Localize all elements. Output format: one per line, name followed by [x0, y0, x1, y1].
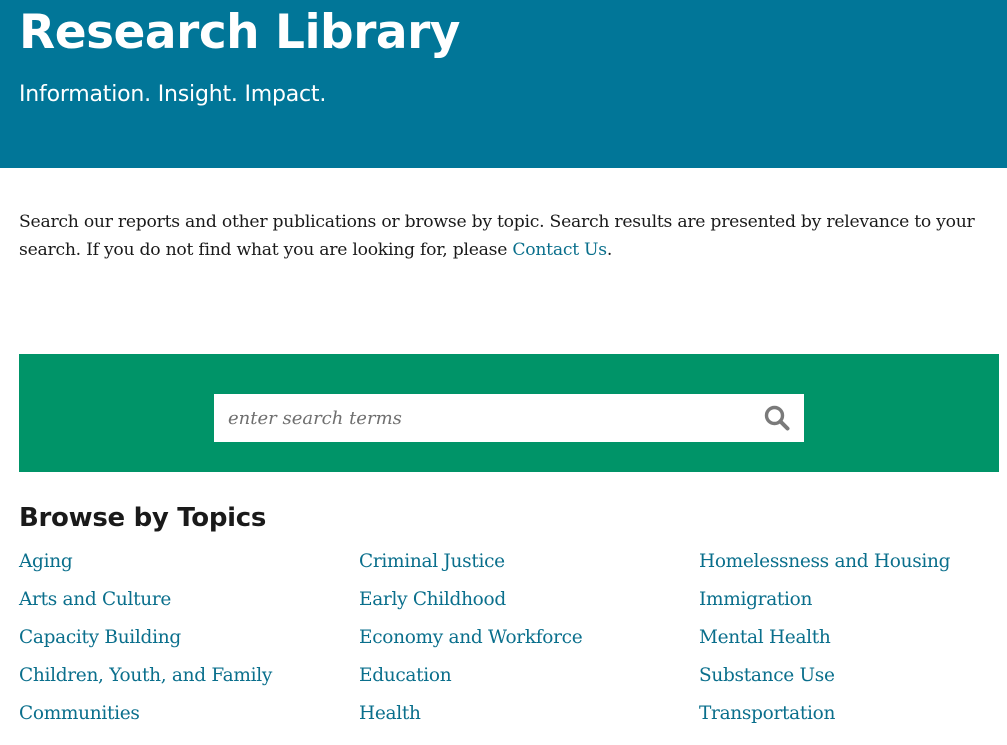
topic-link-economy-and-workforce[interactable]: Economy and Workforce	[359, 624, 689, 662]
search-band	[19, 354, 999, 472]
topic-link-communities[interactable]: Communities	[19, 700, 349, 738]
topic-column: Homelessness and Housing Immigration Men…	[699, 548, 1007, 738]
page-header: Research Library Information. Insight. I…	[0, 0, 1007, 168]
intro-paragraph: Search our reports and other publication…	[19, 208, 1004, 264]
topic-link-substance-use[interactable]: Substance Use	[699, 662, 1007, 700]
topic-link-children-youth-family[interactable]: Children, Youth, and Family	[19, 662, 349, 700]
page-tagline: Information. Insight. Impact.	[19, 82, 327, 107]
intro-trailing: .	[606, 240, 613, 260]
topic-link-immigration[interactable]: Immigration	[699, 586, 1007, 624]
topic-link-education[interactable]: Education	[359, 662, 689, 700]
topic-link-homelessness-and-housing[interactable]: Homelessness and Housing	[699, 548, 1007, 586]
search-box	[214, 394, 804, 442]
intro-text: Search our reports and other publication…	[19, 212, 975, 260]
topic-link-early-childhood[interactable]: Early Childhood	[359, 586, 689, 624]
topic-link-mental-health[interactable]: Mental Health	[699, 624, 1007, 662]
browse-title: Browse by Topics	[19, 503, 267, 533]
search-input[interactable]	[214, 394, 744, 442]
topic-link-arts-and-culture[interactable]: Arts and Culture	[19, 586, 349, 624]
topic-list: Aging Arts and Culture Capacity Building…	[19, 548, 1004, 738]
topic-column: Aging Arts and Culture Capacity Building…	[19, 548, 349, 738]
topic-link-aging[interactable]: Aging	[19, 548, 349, 586]
topic-column: Criminal Justice Early Childhood Economy…	[359, 548, 689, 738]
topic-link-transportation[interactable]: Transportation	[699, 700, 1007, 738]
search-icon	[764, 405, 790, 431]
search-button[interactable]	[762, 404, 792, 432]
contact-us-link[interactable]: Contact Us	[512, 240, 607, 260]
topic-link-capacity-building[interactable]: Capacity Building	[19, 624, 349, 662]
topic-link-criminal-justice[interactable]: Criminal Justice	[359, 548, 689, 586]
page-title: Research Library	[19, 5, 460, 60]
topic-link-health[interactable]: Health	[359, 700, 689, 738]
